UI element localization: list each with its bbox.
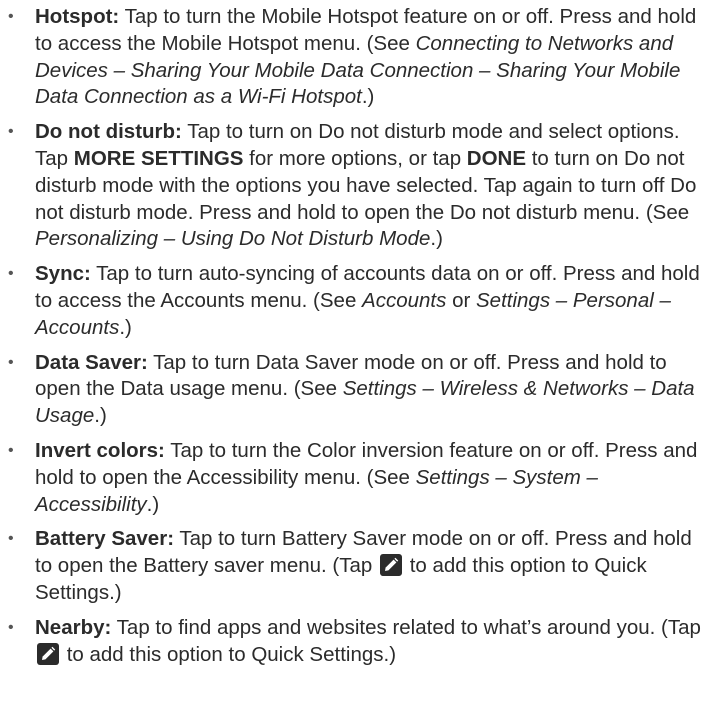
edit-pencil-icon bbox=[380, 554, 402, 577]
edit-pencil-icon bbox=[37, 642, 59, 665]
term-data-saver: Data Saver: bbox=[35, 350, 148, 374]
document-page: • Hotspot: Tap to turn the Mobile Hotspo… bbox=[0, 0, 701, 705]
list-item-nearby: • Nearby: Tap to find apps and websites … bbox=[0, 615, 701, 669]
bullet-marker: • bbox=[8, 265, 14, 283]
cross-reference: Accounts bbox=[362, 288, 447, 312]
term-do-not-disturb: Do not disturb: bbox=[35, 120, 182, 144]
item-text: .) bbox=[430, 227, 443, 251]
list-item-invert-colors: • Invert colors: Tap to turn the Color i… bbox=[0, 438, 701, 518]
item-text: .) bbox=[94, 404, 107, 428]
more-settings-label: MORE SETTINGS bbox=[73, 146, 244, 170]
done-label: DONE bbox=[466, 146, 527, 170]
item-text: or bbox=[446, 288, 476, 312]
item-text: to add this option to Quick Settings.) bbox=[61, 642, 397, 666]
bullet-marker: • bbox=[8, 618, 14, 636]
item-text: .) bbox=[361, 85, 375, 109]
bullet-marker: • bbox=[8, 8, 14, 25]
term-invert-colors: Invert colors: bbox=[35, 438, 165, 462]
list-item-do-not-disturb: • Do not disturb: Tap to turn on Do not … bbox=[0, 119, 701, 253]
term-sync: Sync: bbox=[35, 262, 91, 286]
term-battery-saver: Battery Saver: bbox=[35, 527, 175, 551]
bullet-marker: • bbox=[8, 353, 14, 371]
item-text: for more options, or tap bbox=[243, 146, 467, 170]
list-item-hotspot: • Hotspot: Tap to turn the Mobile Hotspo… bbox=[0, 4, 701, 111]
list-item-battery-saver: • Battery Saver: Tap to turn Battery Sav… bbox=[0, 526, 701, 606]
bullet-marker: • bbox=[8, 530, 14, 548]
item-text: Tap to find apps and websites related to… bbox=[111, 615, 701, 639]
term-hotspot: Hotspot: bbox=[35, 5, 120, 28]
list-item-sync: • Sync: Tap to turn auto-syncing of acco… bbox=[0, 261, 701, 341]
bullet-marker: • bbox=[8, 441, 14, 459]
bullet-marker: • bbox=[8, 123, 14, 141]
item-text: .) bbox=[146, 492, 160, 516]
quick-settings-list: • Hotspot: Tap to turn the Mobile Hotspo… bbox=[0, 0, 701, 668]
list-item-data-saver: • Data Saver: Tap to turn Data Saver mod… bbox=[0, 350, 701, 430]
item-text: .) bbox=[119, 315, 132, 339]
term-nearby: Nearby: bbox=[35, 615, 112, 639]
cross-reference: Personalizing – Using Do Not Disturb Mod… bbox=[35, 227, 431, 251]
